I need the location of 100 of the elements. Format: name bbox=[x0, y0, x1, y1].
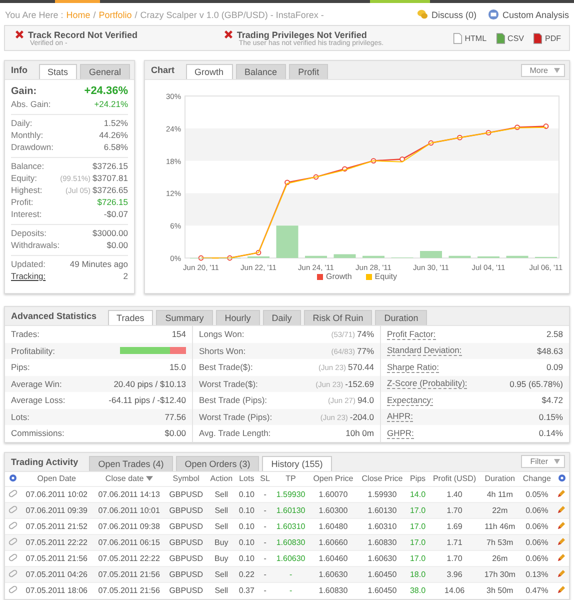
bar bbox=[506, 256, 528, 258]
bar bbox=[305, 256, 327, 258]
table-cell: 17h 30m bbox=[480, 566, 520, 582]
column-header[interactable]: Lots bbox=[236, 472, 258, 486]
stat-label: Pips: bbox=[11, 362, 30, 372]
tab[interactable]: Growth bbox=[186, 64, 233, 79]
column-header[interactable]: Action bbox=[206, 472, 236, 486]
chat-bubbles-icon bbox=[417, 9, 428, 20]
stat-label: Trades: bbox=[11, 329, 40, 340]
column-header[interactable]: Open Date bbox=[20, 472, 93, 486]
export-link[interactable]: HTML bbox=[452, 32, 487, 44]
stat-label: Commissions: bbox=[11, 428, 64, 438]
stat-value: -152.69 bbox=[345, 378, 374, 389]
table-cell: 1.70 bbox=[428, 550, 481, 566]
stat-value: 6.58% bbox=[104, 142, 128, 152]
profitability-bar bbox=[120, 347, 186, 354]
stat-label: Monthly: bbox=[11, 130, 44, 140]
stat-label: Avg. Trade Length: bbox=[199, 428, 271, 438]
export-link[interactable]: PDF bbox=[532, 32, 561, 44]
breadcrumb-separator: / bbox=[134, 10, 138, 20]
bar bbox=[420, 250, 442, 258]
table-cell: - bbox=[257, 550, 273, 566]
stat-value: $3000.00 bbox=[92, 228, 128, 238]
tab[interactable]: Daily bbox=[262, 310, 301, 325]
table-cell: GBPUSD bbox=[165, 486, 207, 502]
table-cell: 07.06.2011 10:01 bbox=[92, 502, 166, 518]
table-cell: 0.10 bbox=[236, 534, 258, 550]
column-header[interactable]: Pips bbox=[406, 472, 429, 486]
column-header[interactable]: Profit (USD) bbox=[428, 472, 481, 486]
stat-label: Standard Deviation: bbox=[387, 345, 462, 356]
bar bbox=[448, 256, 471, 258]
file-icon bbox=[452, 32, 463, 44]
table-cell: 14.0 bbox=[406, 486, 429, 502]
tab[interactable]: Balance bbox=[236, 64, 286, 79]
tab[interactable]: Open Trades (4) bbox=[89, 456, 173, 470]
stat-link[interactable]: Tracking: bbox=[11, 271, 46, 281]
stat-value: 0.09 bbox=[546, 362, 563, 372]
column-header[interactable]: TP bbox=[272, 472, 309, 486]
stat-value: 10h 0m bbox=[346, 428, 374, 438]
verification-title: Trading Privileges Not Verified bbox=[236, 30, 367, 40]
tab[interactable]: Hourly bbox=[216, 310, 260, 325]
table-cell: 1.70 bbox=[428, 502, 481, 518]
stat-value: 1.52% bbox=[104, 118, 128, 128]
header-link[interactable]: Custom Analysis bbox=[488, 9, 569, 20]
table-cell: 1.71 bbox=[428, 534, 481, 550]
stat-value: 77% bbox=[356, 346, 374, 356]
tab[interactable]: Profit bbox=[289, 64, 328, 79]
stat-value: -204.0 bbox=[350, 412, 374, 422]
column-header[interactable]: SL bbox=[257, 472, 273, 486]
stat-value: 77.56 bbox=[164, 412, 186, 422]
tab[interactable]: Risk Of Ruin bbox=[304, 310, 372, 325]
table-cell: 07.06.2011 06:15 bbox=[92, 534, 166, 550]
more-dropdown[interactable]: More bbox=[520, 64, 565, 76]
table-cell: 0.13% bbox=[519, 566, 555, 582]
column-header[interactable]: Close Price bbox=[357, 472, 407, 486]
tab[interactable]: Duration bbox=[375, 310, 428, 325]
pencil-icon[interactable] bbox=[557, 537, 566, 546]
export-link[interactable]: CSV bbox=[494, 32, 524, 44]
pencil-icon[interactable] bbox=[557, 585, 566, 594]
tab[interactable]: History (155) bbox=[262, 456, 332, 470]
column-header[interactable]: Duration bbox=[480, 472, 520, 486]
tab[interactable]: General bbox=[80, 64, 130, 79]
column-header[interactable]: Symbol bbox=[165, 472, 207, 486]
stat-label: Drawdown: bbox=[11, 142, 54, 152]
pencil-icon[interactable] bbox=[557, 521, 566, 530]
tab[interactable]: Trades bbox=[108, 310, 154, 325]
help-icon[interactable] bbox=[8, 474, 17, 482]
table-cell: 07.05.2011 21:56 bbox=[92, 566, 166, 582]
column-header[interactable]: Change bbox=[519, 472, 555, 486]
tab[interactable]: Open Orders (3) bbox=[176, 456, 260, 470]
stat-label: Profit Factor: bbox=[387, 328, 436, 340]
file-icon bbox=[494, 32, 506, 44]
header-link[interactable]: Discuss (0) bbox=[417, 9, 476, 20]
table-cell: 38.0 bbox=[406, 582, 429, 598]
pencil-icon[interactable] bbox=[557, 569, 566, 578]
table-cell: 0.22 bbox=[236, 566, 258, 582]
table-cell: 07.06.2011 09:39 bbox=[20, 502, 93, 518]
table-cell: 26m bbox=[480, 550, 520, 566]
help-icon[interactable] bbox=[558, 474, 566, 482]
column-header[interactable]: Open Price bbox=[308, 472, 358, 486]
table-cell: 1.60310 bbox=[272, 518, 309, 534]
stat-value: -64.11 pips / -$12.40 bbox=[108, 395, 186, 406]
tab[interactable]: Summary bbox=[156, 310, 213, 325]
table-cell: 1.60450 bbox=[357, 566, 407, 582]
pencil-icon[interactable] bbox=[557, 553, 566, 562]
stat-value: $3707.81 bbox=[92, 173, 128, 183]
pencil-icon[interactable] bbox=[557, 489, 566, 498]
stat-value: 0.14% bbox=[538, 428, 563, 438]
table-cell: 14.06 bbox=[428, 582, 481, 598]
bar bbox=[276, 226, 298, 258]
column-header[interactable]: Close date bbox=[92, 472, 166, 486]
tab[interactable]: Stats bbox=[38, 64, 78, 79]
table-cell: 0.06% bbox=[519, 534, 555, 550]
stat-label: Deposits: bbox=[11, 228, 46, 238]
filter-dropdown[interactable]: Filter bbox=[521, 455, 565, 468]
table-cell: 0.47% bbox=[519, 582, 555, 598]
legend-item: Equity bbox=[366, 272, 398, 281]
stat-label: Daily: bbox=[11, 118, 32, 128]
stat-label: Profitability: bbox=[11, 346, 55, 356]
pencil-icon[interactable] bbox=[557, 505, 566, 514]
